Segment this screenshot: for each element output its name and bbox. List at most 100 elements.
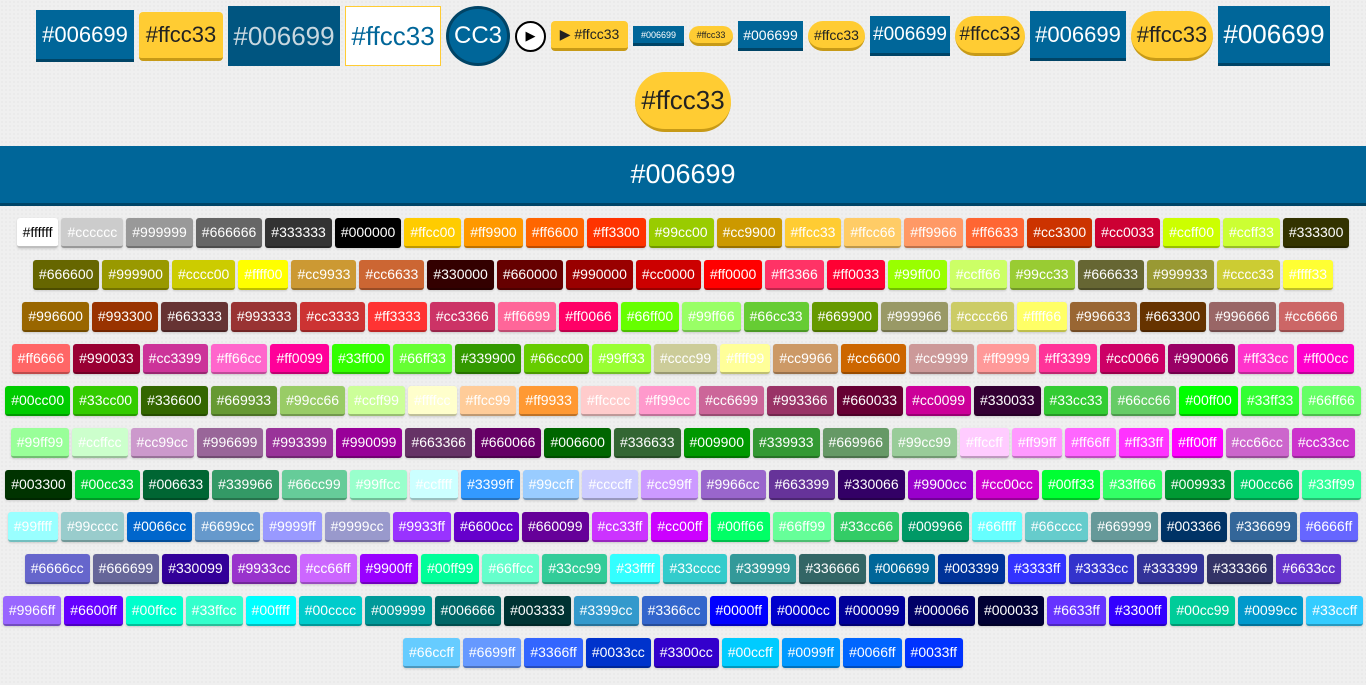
- color-swatch[interactable]: #33cccc: [663, 554, 727, 584]
- color-swatch[interactable]: #cc6633: [359, 260, 425, 290]
- sample-button[interactable]: #006699: [738, 21, 803, 51]
- color-swatch[interactable]: #009966: [902, 512, 969, 542]
- color-swatch[interactable]: #000000: [334, 218, 402, 248]
- color-swatch[interactable]: #cc3399: [142, 344, 208, 374]
- color-swatch[interactable]: #cc6600: [841, 344, 907, 374]
- color-swatch[interactable]: #0033cc: [585, 638, 651, 668]
- color-swatch[interactable]: #66ff00: [620, 302, 680, 332]
- color-swatch[interactable]: #00ff33: [1041, 470, 1101, 500]
- color-swatch[interactable]: #ff0033: [826, 260, 886, 290]
- color-swatch[interactable]: #669999: [1091, 512, 1158, 542]
- sample-button[interactable]: #006699: [870, 16, 950, 56]
- color-swatch[interactable]: #990099: [335, 428, 403, 458]
- color-swatch[interactable]: #3300cc: [653, 638, 719, 668]
- color-swatch[interactable]: #990033: [73, 344, 140, 374]
- color-swatch[interactable]: #99ff33: [592, 344, 651, 374]
- color-swatch[interactable]: #cc3366: [429, 302, 495, 332]
- color-swatch[interactable]: #cc0099: [906, 386, 971, 416]
- sample-button[interactable]: ▶ #ffcc33: [551, 21, 628, 51]
- color-swatch[interactable]: #009900: [683, 428, 751, 458]
- color-swatch[interactable]: #336699: [1230, 512, 1297, 542]
- color-swatch[interactable]: #ff6600: [525, 218, 585, 248]
- color-swatch[interactable]: #cccc33: [1216, 260, 1280, 290]
- color-swatch[interactable]: #6699cc: [195, 512, 261, 542]
- sample-button[interactable]: #ffcc33: [345, 6, 441, 66]
- color-swatch[interactable]: #00cccc: [298, 596, 363, 626]
- color-swatch[interactable]: #339966: [212, 470, 279, 500]
- color-swatch[interactable]: #99cc00: [648, 218, 714, 248]
- color-swatch[interactable]: #003333: [504, 596, 571, 626]
- color-swatch[interactable]: #00ffff: [245, 596, 296, 626]
- color-swatch[interactable]: #99cccc: [60, 512, 125, 542]
- color-swatch[interactable]: #cc66ff: [299, 554, 357, 584]
- color-swatch[interactable]: #00cc33: [74, 470, 140, 500]
- color-swatch[interactable]: #0099cc: [1238, 596, 1304, 626]
- sample-button[interactable]: #006699: [1218, 6, 1330, 66]
- color-swatch[interactable]: #33cc33: [1043, 386, 1109, 416]
- color-swatch[interactable]: #ff33ff: [1118, 428, 1170, 458]
- color-swatch[interactable]: #663300: [1139, 302, 1207, 332]
- color-swatch[interactable]: #ff9966: [904, 218, 963, 248]
- color-swatch[interactable]: #9933cc: [231, 554, 297, 584]
- color-swatch[interactable]: #3399ff: [461, 470, 520, 500]
- color-swatch[interactable]: #993399: [266, 428, 333, 458]
- color-swatch[interactable]: #33ff99: [1302, 470, 1361, 500]
- color-swatch[interactable]: #66cccc: [1024, 512, 1089, 542]
- color-swatch[interactable]: #9966cc: [700, 470, 766, 500]
- color-swatch[interactable]: #990000: [566, 260, 633, 290]
- color-swatch[interactable]: #3366cc: [641, 596, 707, 626]
- color-swatch[interactable]: #993366: [767, 386, 834, 416]
- color-swatch[interactable]: #99cc99: [892, 428, 957, 458]
- color-swatch[interactable]: #ccff66: [949, 260, 1007, 290]
- color-swatch[interactable]: #33cc66: [834, 512, 900, 542]
- color-swatch[interactable]: #ff0000: [703, 260, 763, 290]
- color-swatch[interactable]: #3366ff: [524, 638, 583, 668]
- color-swatch[interactable]: #ffff66: [1016, 302, 1068, 332]
- color-swatch[interactable]: #336633: [613, 428, 681, 458]
- color-swatch[interactable]: #ccff33: [1222, 218, 1280, 248]
- color-swatch[interactable]: #cc9966: [773, 344, 839, 374]
- color-swatch[interactable]: #99ff99: [10, 428, 70, 458]
- color-swatch[interactable]: #cc6699: [699, 386, 765, 416]
- sample-button[interactable]: #006699: [633, 26, 684, 46]
- color-swatch[interactable]: #99ff66: [682, 302, 741, 332]
- color-swatch[interactable]: #003300: [5, 470, 72, 500]
- color-swatch[interactable]: #66cc00: [524, 344, 590, 374]
- color-swatch[interactable]: #000033: [977, 596, 1045, 626]
- color-swatch[interactable]: #00ff00: [1179, 386, 1238, 416]
- color-swatch[interactable]: #3399cc: [573, 596, 639, 626]
- color-swatch[interactable]: #66cc99: [281, 470, 347, 500]
- color-swatch[interactable]: #ffcccc: [580, 386, 637, 416]
- color-swatch[interactable]: #66ff33: [393, 344, 452, 374]
- color-swatch[interactable]: #3333ff: [1007, 554, 1067, 584]
- color-swatch[interactable]: #ff9900: [464, 218, 523, 248]
- color-swatch[interactable]: #6633cc: [1276, 554, 1342, 584]
- color-swatch[interactable]: #33ffff: [610, 554, 661, 584]
- play-icon-button[interactable]: ▶: [515, 20, 546, 52]
- color-swatch[interactable]: #ffff00: [238, 260, 289, 290]
- color-swatch[interactable]: #00cc66: [1234, 470, 1300, 500]
- color-swatch[interactable]: #009933: [1164, 470, 1232, 500]
- color-swatch[interactable]: #0033ff: [904, 638, 963, 668]
- color-swatch[interactable]: #660066: [474, 428, 542, 458]
- color-swatch[interactable]: #ff3399: [1038, 344, 1098, 374]
- color-swatch[interactable]: #663399: [768, 470, 836, 500]
- sample-button[interactable]: #ffcc33: [689, 26, 733, 46]
- color-swatch[interactable]: #cc66cc: [1225, 428, 1289, 458]
- color-swatch[interactable]: #33ffcc: [185, 596, 243, 626]
- color-swatch[interactable]: #ffffcc: [407, 386, 457, 416]
- color-swatch[interactable]: #9966ff: [2, 596, 62, 626]
- color-swatch[interactable]: #cc99ff: [640, 470, 698, 500]
- color-swatch[interactable]: #cc33cc: [1291, 428, 1356, 458]
- color-swatch[interactable]: #00ff99: [421, 554, 480, 584]
- color-swatch[interactable]: #9999cc: [324, 512, 390, 542]
- color-swatch[interactable]: #99ffcc: [349, 470, 407, 500]
- color-swatch[interactable]: #00cc00: [5, 386, 71, 416]
- color-swatch[interactable]: #669900: [811, 302, 879, 332]
- color-swatch[interactable]: #339900: [454, 344, 522, 374]
- color-swatch[interactable]: #ff99cc: [639, 386, 697, 416]
- color-swatch[interactable]: #006699: [868, 554, 936, 584]
- color-swatch[interactable]: #cc0000: [635, 260, 701, 290]
- color-swatch[interactable]: #0000cc: [770, 596, 836, 626]
- color-swatch[interactable]: #669966: [822, 428, 890, 458]
